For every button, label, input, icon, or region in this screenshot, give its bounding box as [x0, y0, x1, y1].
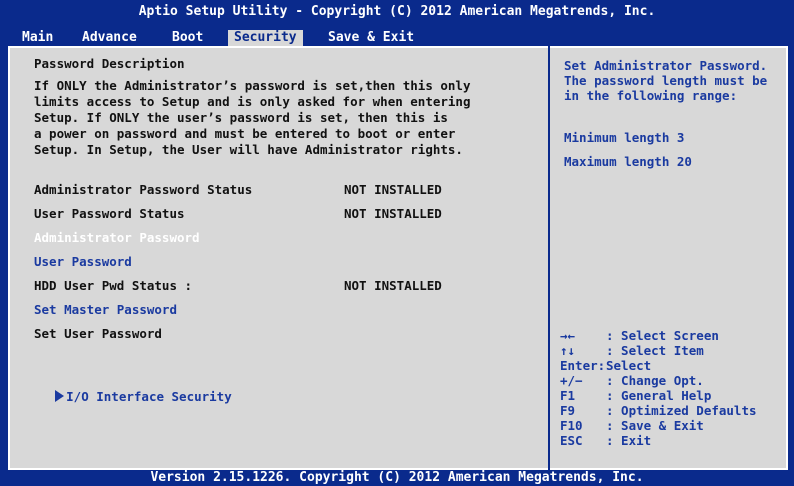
admin-password-item[interactable]: Administrator Password: [34, 230, 200, 246]
menu-bar: Main Advance Boot Security Save & Exit: [0, 30, 794, 46]
key-arrows-lr: →←: [560, 328, 576, 343]
help-text: Set Administrator Password. The password…: [564, 58, 768, 103]
key-arrows-ud: ↑↓: [560, 343, 576, 358]
max-length-text: Maximum length 20: [564, 154, 692, 169]
key-action: : Save & Exit: [606, 418, 704, 433]
io-security-label: I/O Interface Security: [66, 389, 232, 404]
key-plus-minus: +/−: [560, 373, 583, 388]
set-master-password-item[interactable]: Set Master Password: [34, 302, 177, 318]
key-row: F10 : Save & Exit: [560, 418, 784, 433]
key-row: →← : Select Screen: [560, 328, 784, 343]
section-title: Password Description: [34, 56, 185, 71]
key-row: ESC : Exit: [560, 433, 784, 448]
description-line-2: limits access to Setup and is only asked…: [34, 94, 471, 109]
io-security-item[interactable]: I/O Interface Security: [10, 373, 232, 421]
user-status-label: User Password Status: [34, 206, 185, 221]
key-row: ↑↓ : Select Item: [560, 343, 784, 358]
user-password-item[interactable]: User Password: [34, 254, 132, 270]
set-user-password-item[interactable]: Set User Password: [34, 326, 162, 342]
hdd-status-value: NOT INSTALLED: [344, 278, 442, 293]
key-enter: Enter:: [560, 358, 606, 373]
settings-pane: Password Description If ONLY the Adminis…: [10, 48, 548, 468]
title-bar: Aptio Setup Utility - Copyright (C) 2012…: [138, 4, 656, 19]
key-row: F9 : Optimized Defaults: [560, 403, 784, 418]
key-action: : Select Item: [606, 343, 704, 358]
help-pane: Set Administrator Password. The password…: [550, 48, 786, 468]
submenu-arrow-icon: [55, 390, 65, 402]
key-f10: F10: [560, 418, 583, 433]
key-row: F1 : General Help: [560, 388, 784, 403]
description-line-1: If ONLY the Administrator’s password is …: [34, 78, 471, 93]
key-action: : Change Opt.: [606, 373, 704, 388]
tab-boot[interactable]: Boot: [166, 30, 209, 46]
key-row: Enter:Select: [560, 358, 784, 373]
key-action: : General Help: [606, 388, 712, 403]
key-row: +/− : Change Opt.: [560, 373, 784, 388]
description-line-4: a power on password and must be entered …: [34, 126, 456, 141]
description-line-5: Setup. In Setup, the User will have Admi…: [34, 142, 463, 157]
key-action: : Exit: [606, 433, 652, 448]
tab-save-exit[interactable]: Save & Exit: [322, 30, 420, 46]
user-status-value: NOT INSTALLED: [344, 206, 442, 221]
tab-main[interactable]: Main: [16, 30, 59, 46]
hdd-status-label: HDD User Pwd Status :: [34, 278, 193, 293]
key-action: Select: [606, 358, 652, 373]
key-f9: F9: [560, 403, 576, 418]
description-line-3: Setup. If ONLY the user’s password is se…: [34, 110, 448, 125]
key-legend: →← : Select Screen ↑↓ : Select Item Enter:…: [560, 328, 784, 448]
key-f1: F1: [560, 388, 576, 403]
key-esc: ESC: [560, 433, 583, 448]
admin-status-label: Administrator Password Status: [34, 182, 253, 197]
key-action: : Select Screen: [606, 328, 719, 343]
tab-security[interactable]: Security: [228, 30, 303, 46]
bios-screen: Aptio Setup Utility - Copyright (C) 2012…: [0, 0, 794, 486]
footer-version: Version 2.15.1226. Copyright (C) 2012 Am…: [150, 470, 644, 485]
min-length-text: Minimum length 3: [564, 130, 685, 145]
tab-advance[interactable]: Advance: [76, 30, 143, 46]
admin-status-value: NOT INSTALLED: [344, 182, 442, 197]
key-action: : Optimized Defaults: [606, 403, 757, 418]
